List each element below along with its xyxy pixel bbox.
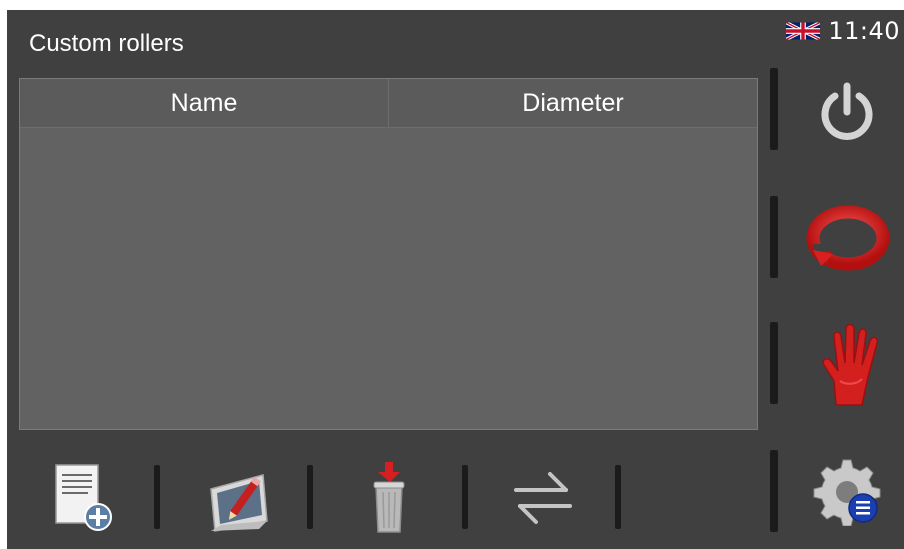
- swap-arrows-icon: [514, 472, 572, 524]
- power-icon: [821, 82, 873, 140]
- settings-button[interactable]: [807, 450, 887, 530]
- toolbar-separator: [154, 465, 160, 529]
- swap-button[interactable]: [503, 458, 583, 538]
- uk-flag-icon[interactable]: [786, 21, 821, 41]
- clock: 11:40: [828, 17, 900, 45]
- side-separator: [770, 68, 778, 150]
- edit-roller-button[interactable]: [199, 458, 279, 538]
- reset-arrow-icon: [806, 205, 890, 271]
- reset-button[interactable]: [803, 198, 893, 278]
- stop-button[interactable]: [809, 320, 889, 408]
- power-button[interactable]: [807, 72, 887, 152]
- document-add-icon: [55, 464, 112, 531]
- toolbar-separator: [462, 465, 468, 529]
- gear-list-icon: [813, 459, 881, 526]
- column-header-diameter[interactable]: Diameter: [388, 79, 757, 127]
- side-separator: [770, 196, 778, 278]
- status-bar: 11:40: [786, 10, 904, 52]
- page-title: Custom rollers: [29, 30, 184, 57]
- add-roller-button[interactable]: [47, 458, 121, 538]
- pencil-edit-icon: [210, 474, 268, 532]
- side-separator: [770, 450, 778, 532]
- side-separator: [770, 322, 778, 404]
- table-header: Name Diameter: [20, 79, 757, 128]
- toolbar-separator: [307, 465, 313, 529]
- trash-icon: [373, 462, 405, 533]
- toolbar-separator: [615, 465, 621, 529]
- red-hand-icon: [822, 323, 879, 406]
- rollers-table[interactable]: Name Diameter: [19, 78, 758, 430]
- delete-roller-button[interactable]: [357, 458, 421, 538]
- screen: Custom rollers 11:40 Name Diameter: [7, 10, 904, 549]
- column-header-name[interactable]: Name: [20, 79, 388, 127]
